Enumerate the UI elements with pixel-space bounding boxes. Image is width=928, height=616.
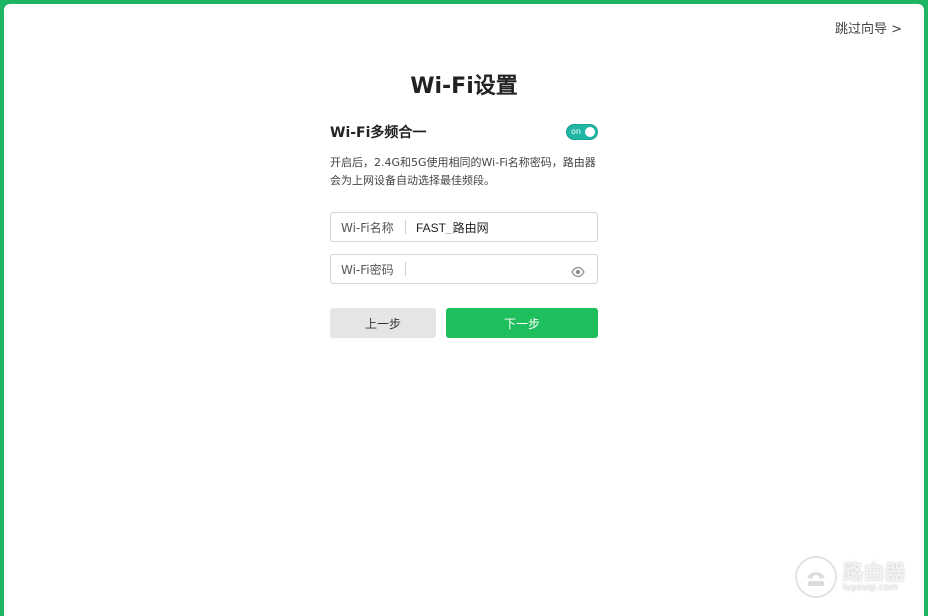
nav-buttons: 上一步 下一步 xyxy=(330,308,598,338)
wifi-settings-form: Wi-Fi多频合一 on 开启后，2.4G和5G使用相同的Wi-Fi名称密码，路… xyxy=(330,122,598,338)
wifi-merge-description: 开启后，2.4G和5G使用相同的Wi-Fi名称密码，路由器会为上网设备自动选择最… xyxy=(330,156,596,187)
wifi-password-input[interactable] xyxy=(416,262,587,276)
wifi-merge-title: Wi-Fi多频合一 xyxy=(330,125,427,141)
wifi-name-field: Wi-Fi名称 xyxy=(330,212,598,242)
wifi-password-field: Wi-Fi密码 xyxy=(330,254,598,284)
page-title: Wi-Fi设置 xyxy=(410,74,518,99)
watermark: 路由器 luyouqi.com xyxy=(795,556,906,598)
skip-wizard-link[interactable]: 跳过向导 > xyxy=(835,18,902,37)
router-logo-icon xyxy=(795,556,837,598)
wifi-merge-toggle[interactable]: on xyxy=(566,124,598,140)
field-divider xyxy=(405,262,406,276)
next-step-button[interactable]: 下一步 xyxy=(446,308,598,338)
wifi-name-input[interactable] xyxy=(416,220,587,234)
toggle-on-text: on xyxy=(571,127,581,136)
toggle-knob xyxy=(585,127,595,137)
watermark-text: 路由器 luyouqi.com xyxy=(843,561,906,593)
show-password-eye-icon[interactable] xyxy=(571,263,585,278)
wifi-name-label: Wi-Fi名称 xyxy=(341,220,394,235)
watermark-main-text: 路由器 xyxy=(843,560,906,584)
wifi-merge-row: Wi-Fi多频合一 on xyxy=(330,122,598,142)
field-divider xyxy=(405,220,406,234)
wizard-panel: 跳过向导 > Wi-Fi设置 Wi-Fi多频合一 on 开启后，2.4G和5G使… xyxy=(4,4,924,616)
prev-step-button[interactable]: 上一步 xyxy=(330,308,436,338)
watermark-sub-text: luyouqi.com xyxy=(843,583,899,593)
wifi-password-label: Wi-Fi密码 xyxy=(341,262,394,277)
